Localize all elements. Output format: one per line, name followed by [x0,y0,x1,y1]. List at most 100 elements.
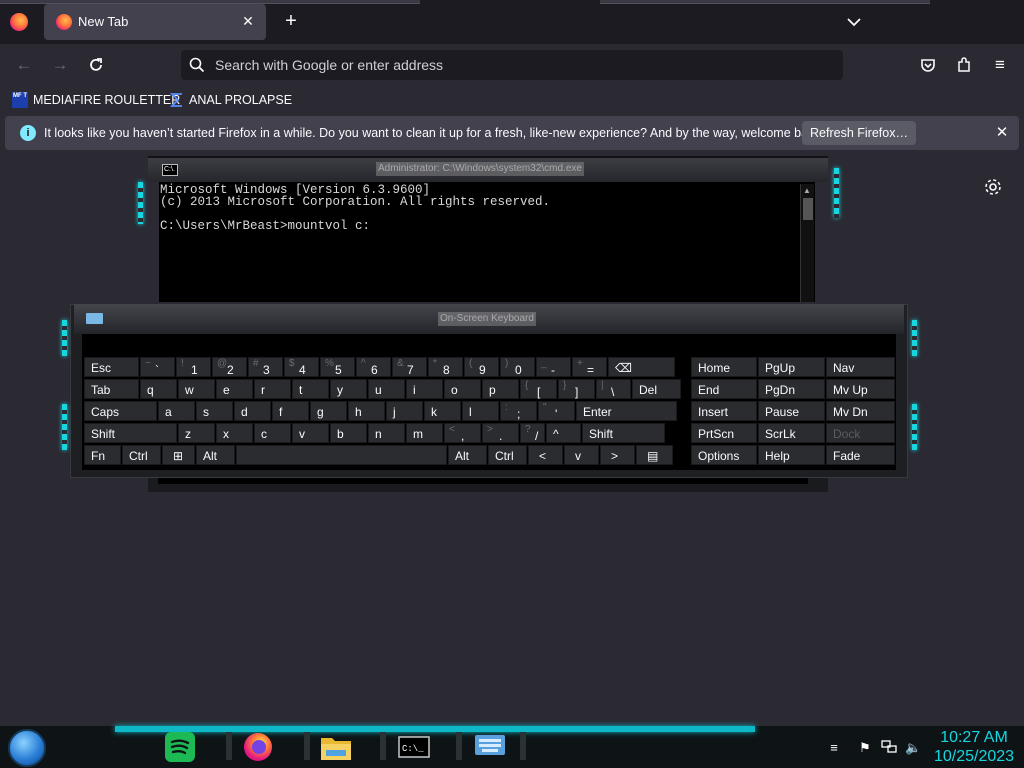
key-symbol[interactable]: | \ [596,379,631,399]
key-3[interactable]: #3 [248,357,283,377]
volume-icon[interactable]: 🔈 [905,740,921,755]
key-tab[interactable]: Tab [84,379,139,399]
key-symbol[interactable]: > [600,445,635,465]
key-symbol[interactable]: _ - [536,357,571,377]
key-prtscn[interactable]: PrtScn [691,423,757,443]
key-fn[interactable]: Fn [84,445,121,465]
key-d[interactable]: d [234,401,271,421]
key-alt[interactable]: Alt [448,445,487,465]
cmd-titlebar[interactable]: C:\. Administrator: C:\Windows\system32\… [148,156,828,182]
key-7[interactable]: & 7 [392,357,427,377]
key-o[interactable]: o [444,379,481,399]
key-symbol[interactable]: ⊞ [162,445,195,465]
key-scrlk[interactable]: ScrLk [758,423,825,443]
reload-button[interactable] [85,54,107,76]
close-notification-icon[interactable]: ✕ [993,124,1011,142]
key-8[interactable]: * 8 [428,357,463,377]
spotify-icon[interactable] [162,730,198,764]
key-space[interactable] [236,445,447,465]
key-9[interactable]: (9 [464,357,499,377]
key-r[interactable]: r [254,379,291,399]
key-nav[interactable]: Nav [826,357,895,377]
close-tab-icon[interactable]: ✕ [238,11,258,31]
key-4[interactable]: $4 [284,357,319,377]
key-symbol[interactable]: ~ ` [140,357,175,377]
key-symbol[interactable]: < [528,445,563,465]
key-alt[interactable]: Alt [196,445,235,465]
new-tab-button[interactable]: + [280,10,302,32]
extensions-icon[interactable] [953,54,975,76]
key-x[interactable]: x [216,423,253,443]
key-5[interactable]: % 5 [320,357,355,377]
key-esc[interactable]: Esc [84,357,139,377]
back-button[interactable]: ← [13,54,35,76]
key-m[interactable]: m [406,423,443,443]
key-symbol[interactable]: >. [482,423,519,443]
file-explorer-icon[interactable] [318,730,354,764]
firefox-icon[interactable] [240,730,276,764]
key-u[interactable]: u [368,379,405,399]
key-pgdn[interactable]: PgDn [758,379,825,399]
key-symbol[interactable]: :; [500,401,537,421]
menu-icon[interactable]: ≡ [989,54,1011,76]
key-ctrl[interactable]: Ctrl [488,445,527,465]
refresh-firefox-button[interactable]: Refresh Firefox… [802,121,916,145]
key-pause[interactable]: Pause [758,401,825,421]
key-s[interactable]: s [196,401,233,421]
key-symbol[interactable]: ▤ [636,445,673,465]
key-end[interactable]: End [691,379,757,399]
key-w[interactable]: w [178,379,215,399]
key-j[interactable]: j [386,401,423,421]
key-symbol[interactable]: + = [572,357,607,377]
key-n[interactable]: n [368,423,405,443]
key-p[interactable]: p [482,379,519,399]
gear-icon[interactable] [983,177,1003,197]
key-z[interactable]: z [178,423,215,443]
key-f[interactable]: f [272,401,309,421]
key-v[interactable]: v [564,445,599,465]
key-mv-up[interactable]: Mv Up [826,379,895,399]
key-symbol[interactable]: ^ [546,423,581,443]
osk-titlebar[interactable]: On-Screen Keyboard [74,304,904,334]
osk-icon[interactable] [472,730,508,764]
key-mv-dn[interactable]: Mv Dn [826,401,895,421]
key-caps[interactable]: Caps [84,401,157,421]
pocket-icon[interactable] [917,54,939,76]
key-v[interactable]: v [292,423,329,443]
forward-button[interactable]: → [49,54,71,76]
key-enter[interactable]: Enter [576,401,677,421]
key-q[interactable]: q [140,379,177,399]
cmd-icon[interactable]: C:\_ [396,730,432,764]
key-6[interactable]: ^ 6 [356,357,391,377]
key-l[interactable]: l [462,401,499,421]
key-shift[interactable]: Shift [582,423,665,443]
key-insert[interactable]: Insert [691,401,757,421]
bookmark-anal-prolapse[interactable]: ANAL PROLAPSE [169,90,292,110]
key-options[interactable]: Options [691,445,757,465]
list-all-tabs-icon[interactable] [844,12,864,32]
key-symbol[interactable]: <, [444,423,481,443]
show-hidden-icons[interactable]: ≡ [826,740,842,755]
key-help[interactable]: Help [758,445,825,465]
key-c[interactable]: c [254,423,291,443]
key-2[interactable]: @2 [212,357,247,377]
key-i[interactable]: i [406,379,443,399]
network-icon[interactable] [881,740,897,754]
key-1[interactable]: ! 1 [176,357,211,377]
key-del[interactable]: Del [632,379,681,399]
key-g[interactable]: g [310,401,347,421]
firefox-view-icon[interactable] [10,13,28,31]
key-e[interactable]: e [216,379,253,399]
address-bar[interactable]: Search with Google or enter address [181,50,843,80]
key-ctrl[interactable]: Ctrl [122,445,161,465]
key-h[interactable]: h [348,401,385,421]
key-a[interactable]: a [158,401,195,421]
key-fade[interactable]: Fade [826,445,895,465]
key-y[interactable]: y [330,379,367,399]
key-shift[interactable]: Shift [84,423,177,443]
key-home[interactable]: Home [691,357,757,377]
key-0[interactable]: ) 0 [500,357,535,377]
system-clock[interactable]: 10:27 AM 10/25/2023 [928,728,1020,766]
key-pgup[interactable]: PgUp [758,357,825,377]
key-t[interactable]: t [292,379,329,399]
